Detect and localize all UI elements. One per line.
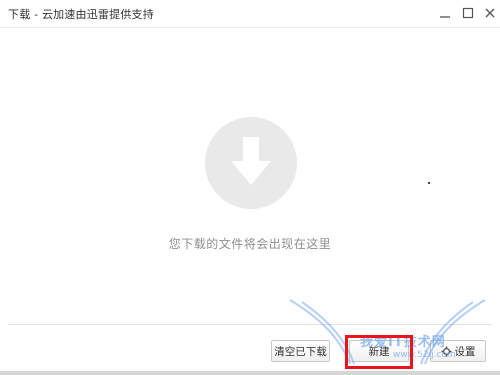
title-bar[interactable]: 下载 - 云加速由迅雷提供支持 [0, 0, 500, 28]
footer-divider [8, 324, 492, 325]
close-button[interactable] [480, 3, 500, 23]
taskbar-strip [0, 371, 500, 375]
minimize-button[interactable] [435, 3, 455, 23]
stray-dot [428, 182, 430, 184]
gear-icon [440, 345, 452, 357]
settings-button[interactable]: 设置 [430, 340, 486, 362]
window-title: 下载 - 云加速由迅雷提供支持 [8, 8, 154, 21]
maximize-icon [462, 7, 474, 19]
download-arrow-icon [231, 137, 271, 185]
new-download-button[interactable]: 新建 [349, 340, 409, 362]
close-icon [485, 8, 495, 18]
download-window: 下载 - 云加速由迅雷提供支持 您下载的文件将会出现在这里 清空已下载 新建 设… [0, 0, 500, 375]
minimize-icon [440, 16, 450, 18]
empty-state-message: 您下载的文件将会出现在这里 [168, 237, 332, 251]
empty-state-circle [205, 117, 297, 209]
clear-downloaded-button[interactable]: 清空已下载 [271, 340, 330, 362]
settings-button-label: 设置 [454, 345, 476, 358]
maximize-button[interactable] [458, 3, 478, 23]
